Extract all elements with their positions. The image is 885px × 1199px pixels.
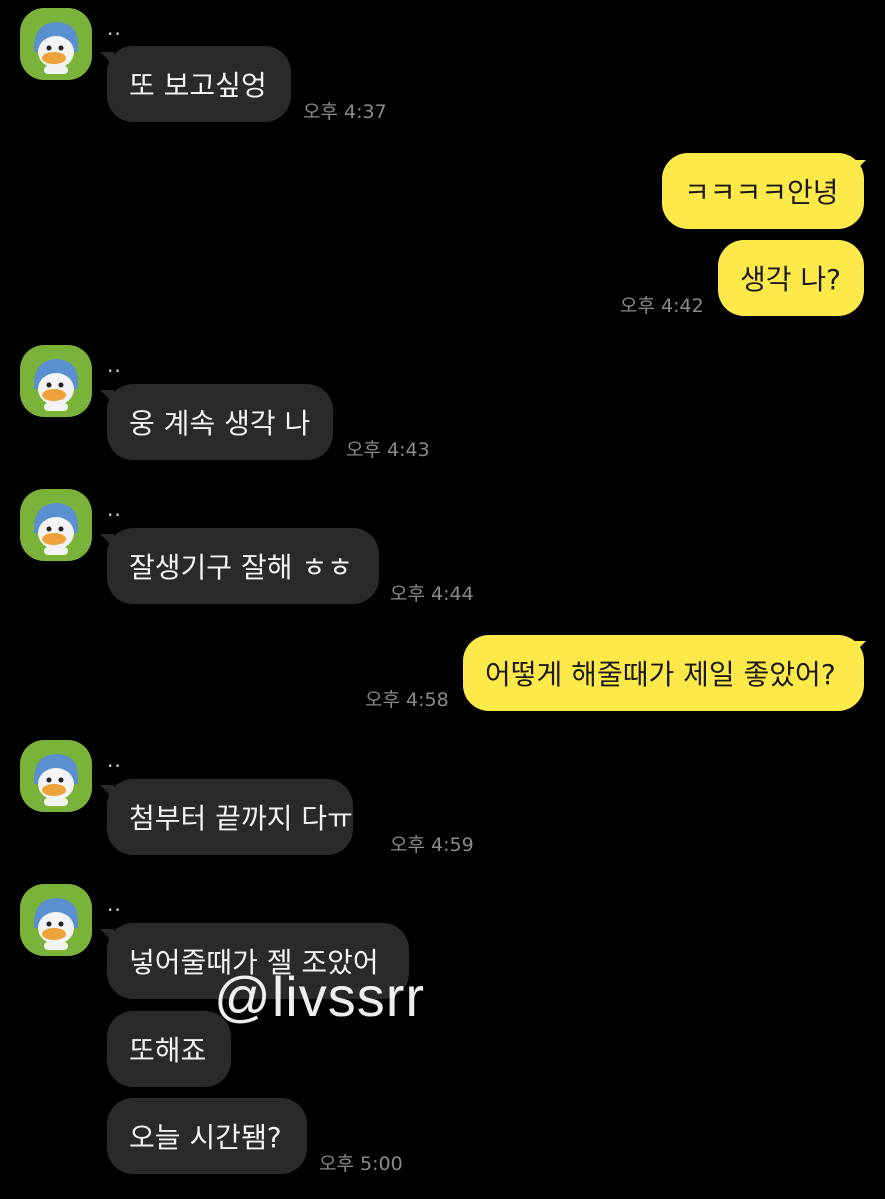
watermark: @livssrr (214, 965, 426, 1028)
message-bubble-incoming[interactable]: 잘생기구 잘해 ㅎㅎ (107, 528, 379, 604)
sender-name: .. (107, 16, 122, 40)
chat-screen: .. 또 보고싶엉 오후 4:37 ㅋㅋㅋㅋ안녕 생각 나? 오후 4:42 .… (0, 0, 885, 1199)
sender-name: .. (107, 892, 122, 916)
duck-avatar-icon[interactable] (20, 345, 92, 417)
duck-avatar-icon[interactable] (20, 884, 92, 956)
message-time: 오후 4:37 (303, 101, 387, 123)
message-time: 오후 5:00 (319, 1153, 403, 1175)
sender-name: .. (107, 497, 122, 521)
message-time: 오후 4:44 (390, 583, 474, 605)
message-bubble-incoming[interactable]: 웅 계속 생각 나 (107, 384, 333, 460)
message-time: 오후 4:59 (390, 834, 474, 856)
message-bubble-outgoing[interactable]: 어떻게 해줄때가 제일 좋았어? (463, 635, 864, 711)
message-time: 오후 4:42 (620, 295, 704, 317)
sender-name: .. (107, 748, 122, 772)
duck-avatar-icon[interactable] (20, 740, 92, 812)
message-bubble-incoming[interactable]: 또 보고싶엉 (107, 46, 291, 122)
message-bubble-incoming[interactable]: 오늘 시간됌? (107, 1098, 307, 1174)
message-bubble-incoming[interactable]: 첨부터 끝까지 다ㅠ (107, 779, 353, 855)
sender-name: .. (107, 353, 122, 377)
duck-avatar-icon[interactable] (20, 8, 92, 80)
message-bubble-outgoing[interactable]: 생각 나? (718, 240, 864, 316)
message-bubble-incoming[interactable]: 또해죠 (107, 1011, 231, 1087)
message-time: 오후 4:58 (365, 689, 449, 711)
message-time: 오후 4:43 (346, 439, 430, 461)
duck-avatar-icon[interactable] (20, 489, 92, 561)
message-bubble-outgoing[interactable]: ㅋㅋㅋㅋ안녕 (662, 153, 864, 229)
